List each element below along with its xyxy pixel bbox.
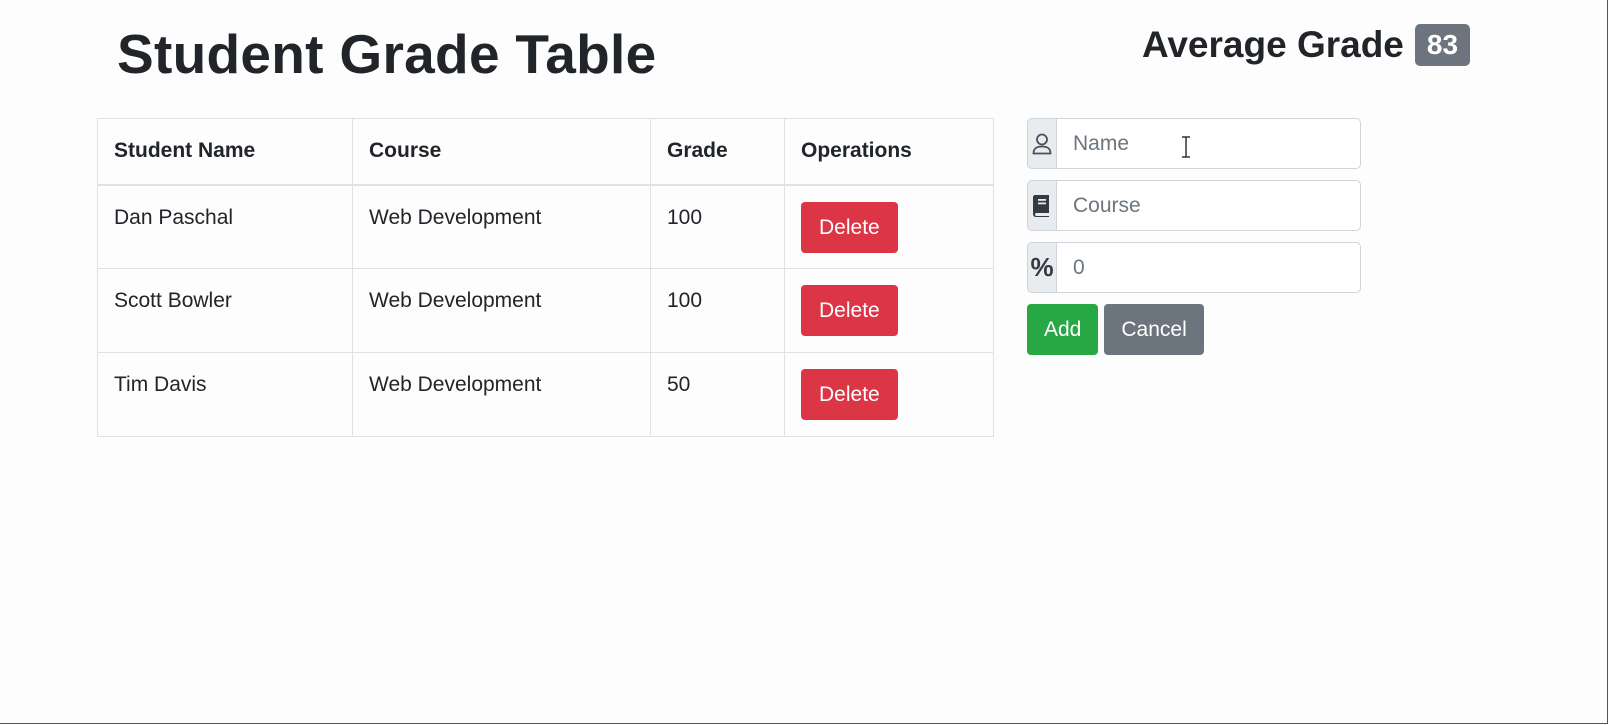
student-name-cell: Tim Davis — [97, 352, 353, 437]
operations-cell: Delete — [784, 184, 994, 269]
average-grade: Average Grade 83 — [1142, 24, 1471, 66]
percent-icon: % — [1027, 242, 1056, 293]
course-input-group — [1027, 180, 1361, 231]
operations-cell: Delete — [784, 352, 994, 437]
course-cell: Web Development — [352, 268, 651, 353]
course-cell: Web Development — [352, 352, 651, 437]
page: Student Grade Table Average Grade 83 Stu… — [0, 0, 1608, 724]
column-header-course: Course — [352, 118, 651, 186]
grade-cell: 50 — [650, 352, 785, 437]
operations-cell: Delete — [784, 268, 994, 353]
column-header-grade: Grade — [650, 118, 785, 186]
table-row: Scott Bowler Web Development 100 Delete — [97, 268, 994, 353]
table-header-row: Student Name Course Grade Operations — [97, 118, 994, 186]
grade-input-group: % — [1027, 242, 1361, 293]
form-buttons: Add Cancel — [1027, 304, 1361, 355]
table-row: Dan Paschal Web Development 100 Delete — [97, 184, 994, 269]
column-header-student-name: Student Name — [97, 118, 353, 186]
course-cell: Web Development — [352, 184, 651, 269]
add-button[interactable]: Add — [1027, 304, 1099, 355]
grade-cell: 100 — [650, 184, 785, 269]
table-row: Tim Davis Web Development 50 Delete — [97, 352, 994, 437]
course-input[interactable] — [1056, 180, 1361, 231]
grade-cell: 100 — [650, 268, 785, 353]
grade-table: Student Name Course Grade Operations Dan… — [97, 118, 994, 437]
student-name-cell: Dan Paschal — [97, 184, 353, 269]
delete-button[interactable]: Delete — [801, 201, 898, 253]
book-icon — [1027, 180, 1056, 231]
average-grade-label: Average Grade — [1142, 24, 1404, 65]
name-input-group — [1027, 118, 1361, 169]
percent-symbol: % — [1030, 252, 1054, 282]
delete-button[interactable]: Delete — [801, 285, 898, 336]
user-icon — [1027, 118, 1056, 169]
name-input[interactable] — [1056, 118, 1361, 169]
average-grade-badge: 83 — [1414, 24, 1471, 66]
add-grade-form: % Add Cancel — [1027, 118, 1361, 355]
delete-button[interactable]: Delete — [801, 369, 898, 420]
page-title: Student Grade Table — [117, 23, 657, 85]
column-header-operations: Operations — [784, 118, 994, 186]
student-name-cell: Scott Bowler — [97, 268, 353, 353]
text-cursor-icon — [1182, 136, 1190, 158]
cancel-button[interactable]: Cancel — [1104, 304, 1204, 355]
grade-input[interactable] — [1056, 242, 1361, 293]
